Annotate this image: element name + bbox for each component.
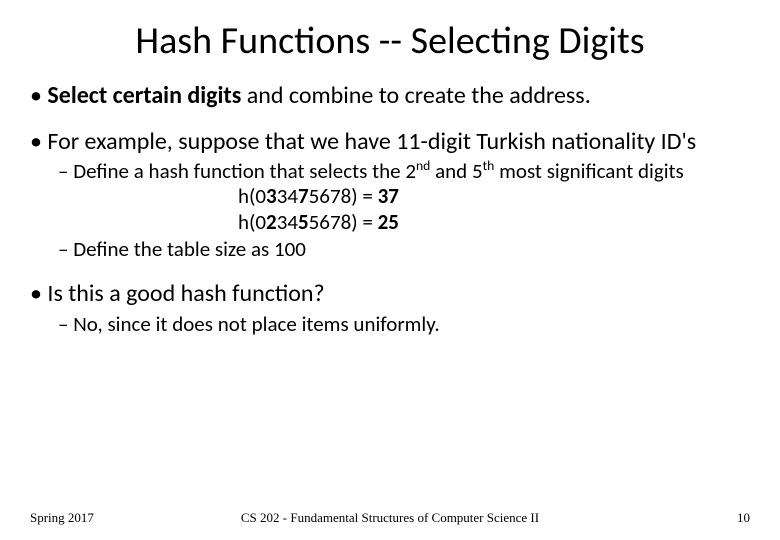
bullet-1-bold: Select certain digits bbox=[47, 81, 241, 110]
sub-1-mid: and 5 bbox=[430, 158, 482, 184]
bullet-2: For example, suppose that we have 11-dig… bbox=[30, 128, 750, 262]
sub-2: Define the table size as 100 bbox=[58, 237, 750, 262]
h1-pre: h(0 bbox=[238, 183, 266, 209]
sub-1: Define a hash function that selects the … bbox=[58, 159, 750, 235]
h2-mid2: 5678) = bbox=[309, 209, 378, 235]
slide: Hash Functions -- Selecting Digits Selec… bbox=[0, 0, 780, 540]
h2-d2: 5 bbox=[298, 209, 309, 235]
bullet-3: Is this a good hash function? No, since … bbox=[30, 280, 750, 337]
sub-3: No, since it does not place items unifor… bbox=[58, 312, 750, 337]
h2-pre: h(0 bbox=[238, 209, 266, 235]
h2-mid1: 34 bbox=[277, 209, 298, 235]
h2-res: 25 bbox=[378, 209, 399, 235]
h1-mid1: 34 bbox=[277, 183, 298, 209]
hash-example-2: h(023455678) = 25 bbox=[238, 210, 750, 235]
h1-d1: 3 bbox=[266, 183, 277, 209]
sub-list-1: Define a hash function that selects the … bbox=[58, 159, 750, 262]
bullet-1-rest: and combine to create the address. bbox=[241, 81, 590, 110]
h1-res: 37 bbox=[378, 183, 399, 209]
h1-mid2: 5678) = bbox=[309, 183, 378, 209]
footer-center: CS 202 - Fundamental Structures of Compu… bbox=[30, 510, 750, 526]
sup-nd: nd bbox=[416, 157, 430, 174]
h1-d2: 7 bbox=[298, 183, 309, 209]
sub-1-post: most significant digits bbox=[494, 158, 683, 184]
sub-list-2: No, since it does not place items unifor… bbox=[58, 312, 750, 337]
bullet-1: Select certain digits and combine to cre… bbox=[30, 82, 750, 110]
bullet-list: Select certain digits and combine to cre… bbox=[30, 82, 750, 337]
sub-1-pre: Define a hash function that selects the … bbox=[73, 158, 416, 184]
footer: Spring 2017 CS 202 - Fundamental Structu… bbox=[30, 510, 750, 526]
hash-example-1: h(033475678) = 37 bbox=[238, 184, 750, 209]
bullet-3-text: Is this a good hash function? bbox=[47, 279, 324, 308]
slide-title: Hash Functions -- Selecting Digits bbox=[30, 18, 750, 64]
h2-d1: 2 bbox=[266, 209, 277, 235]
bullet-2-text: For example, suppose that we have 11-dig… bbox=[47, 127, 696, 156]
sup-th: th bbox=[483, 157, 495, 174]
